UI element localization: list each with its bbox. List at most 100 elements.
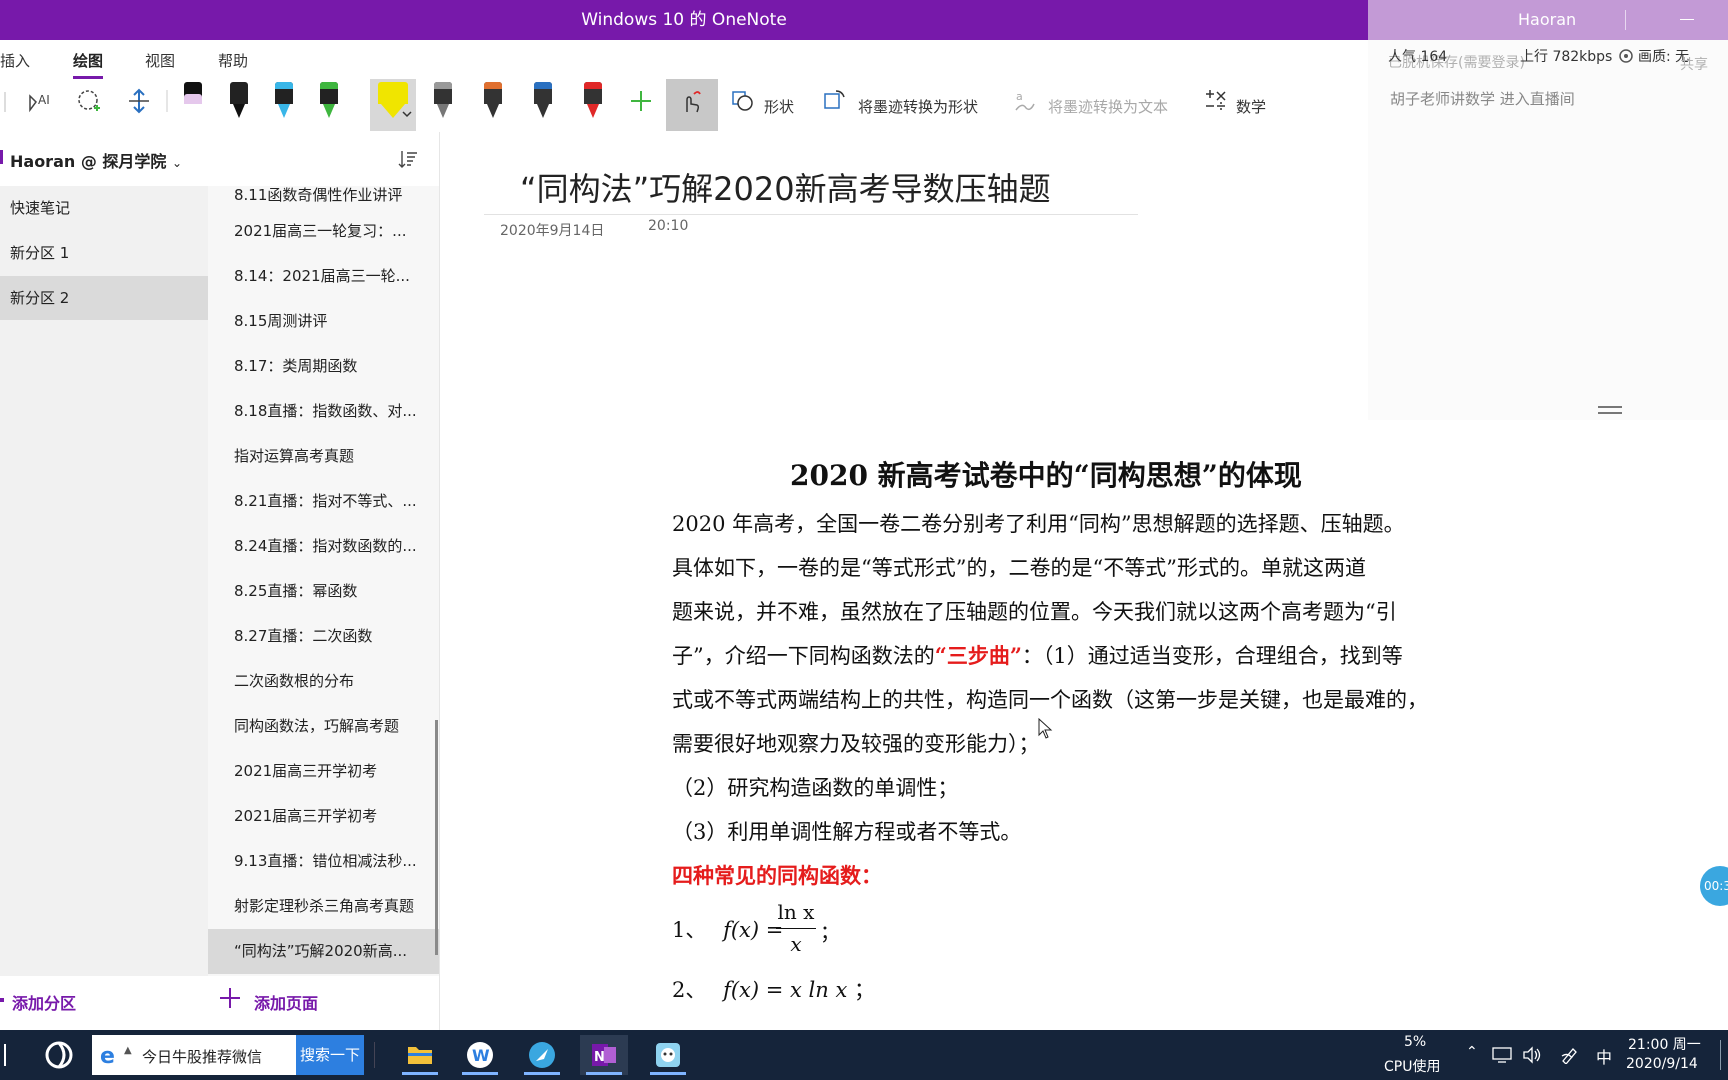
notebook-name-text[interactable]: Haoran @ 探月学院 <box>10 152 166 171</box>
page-item[interactable]: 2021届高三开学初考 <box>208 749 440 794</box>
page-item[interactable]: 8.21直播：指对不等式、... <box>208 479 440 524</box>
add-page-button[interactable]: 添加页面 <box>254 990 318 1014</box>
section-quick-notes[interactable]: 快速笔记 <box>0 186 208 230</box>
taskbar-search-text[interactable]: 今日牛股推荐微信 <box>142 1046 262 1067</box>
window-title: Windows 10 的 OneNote <box>581 10 787 30</box>
page-title[interactable]: “同构法”巧解2020新高考导数压轴题 <box>520 164 1051 210</box>
minimize-icon[interactable] <box>1680 10 1694 24</box>
page-item[interactable]: 2021届高三一轮复习：... <box>208 209 440 254</box>
live-timer-badge[interactable]: 00:3 <box>1700 866 1728 906</box>
pen-purple-highlighter[interactable] <box>174 80 210 126</box>
network-icon[interactable] <box>1492 1046 1512 1064</box>
volume-icon[interactable] <box>1522 1046 1542 1064</box>
pen-galaxy[interactable] <box>474 80 510 126</box>
paragraph-line: 子”，介绍一下同构函数法的“三步曲”：（1）通过适当变形，合理组合，找到等 <box>672 640 1403 670</box>
cpu-label: CPU使用 <box>1384 1059 1441 1075</box>
page-item[interactable]: 8.24直播：指对数函数的... <box>208 524 440 569</box>
tab-insert[interactable]: 插入 <box>0 50 30 71</box>
user-pane[interactable]: Haoran <box>1368 0 1728 40</box>
taskbar-search-button[interactable]: 搜索一下 <box>296 1035 364 1075</box>
pen-color-band <box>484 82 502 89</box>
type-select-icon[interactable]: AI <box>26 88 52 114</box>
dropdown-arrow-icon[interactable]: ▲ <box>124 1045 132 1056</box>
svg-text:W: W <box>472 1046 490 1065</box>
add-section-button[interactable]: 添加分区 <box>12 990 76 1014</box>
pen-gray-pencil[interactable] <box>424 80 460 126</box>
add-pen-icon[interactable] <box>628 88 654 114</box>
pen-red[interactable] <box>574 80 610 126</box>
page-item[interactable]: 同构函数法，巧解高考题 <box>208 704 440 749</box>
taskbar-anime-app[interactable] <box>644 1035 692 1075</box>
user-name[interactable]: Haoran <box>1518 0 1576 40</box>
ie-icon: e <box>100 1044 115 1067</box>
sort-icon[interactable] <box>398 149 418 169</box>
add-page-plus-icon[interactable] <box>220 988 240 1008</box>
pen-blue[interactable] <box>265 80 301 126</box>
pen-workspace-icon[interactable] <box>1560 1044 1580 1064</box>
paragraph-line: （3）利用单调性解方程或者不等式。 <box>672 820 1022 844</box>
tab-help[interactable]: 帮助 <box>218 50 248 71</box>
tab-draw[interactable]: 绘图 <box>73 50 104 79</box>
add-section-marker <box>0 998 4 1002</box>
taskbar-feather-app[interactable] <box>518 1035 566 1075</box>
fraction-denominator: x <box>790 932 802 956</box>
pages-scrollbar[interactable] <box>435 720 438 955</box>
math-icon[interactable] <box>1202 88 1228 114</box>
page-item[interactable]: 指对运算高考真题 <box>208 434 440 479</box>
tab-view[interactable]: 视图 <box>145 50 175 71</box>
taskbar-file-explorer[interactable] <box>396 1035 444 1075</box>
page-item[interactable]: 8.17：类周期函数 <box>208 344 440 389</box>
clock-time[interactable]: 21:00 周一 <box>1628 1034 1701 1054</box>
camera-icon[interactable] <box>1618 48 1634 64</box>
drag-handle[interactable] <box>1598 406 1622 414</box>
page-item[interactable]: 2021届高三开学初考 <box>208 794 440 839</box>
app-swirl-icon[interactable] <box>44 1040 74 1070</box>
shapes-label[interactable]: 形状 <box>764 96 794 117</box>
ime-indicator[interactable]: 中 <box>1596 1044 1612 1068</box>
page-item[interactable]: 8.27直播：二次函数 <box>208 614 440 659</box>
ghost-share: 共享 <box>1680 57 1708 73</box>
formula-lhs: f(x) = <box>723 918 784 942</box>
page-item[interactable]: 8.25直播：幂函数 <box>208 569 440 614</box>
clock-date[interactable]: 2020/9/14 <box>1626 1056 1698 1072</box>
live-channel-link[interactable]: 胡子老师讲数学 进入直播间 <box>1390 88 1575 109</box>
page-item[interactable]: 射影定理秒杀三角高考真题 <box>208 884 440 929</box>
ink-to-shape-icon[interactable] <box>822 88 848 114</box>
chevron-down-icon[interactable]: ⌄ <box>172 156 182 170</box>
panel-divider <box>439 132 440 1030</box>
insert-space-icon[interactable] <box>126 88 152 114</box>
page-item-selected[interactable]: “同构法”巧解2020新高... <box>208 929 440 974</box>
page-item[interactable]: 8.14：2021届高三一轮... <box>208 254 440 299</box>
formula-end: ； <box>853 978 875 1002</box>
shapes-icon[interactable] <box>730 88 756 114</box>
page-item[interactable]: 8.15周测讲评 <box>208 299 440 344</box>
math-label[interactable]: 数学 <box>1236 96 1266 117</box>
pen-black[interactable] <box>220 80 256 126</box>
ink-to-shape-label[interactable]: 将墨迹转换为形状 <box>858 96 978 117</box>
cpu-percent: 5% <box>1404 1034 1427 1050</box>
page-item[interactable]: 8.18直播：指数函数、对... <box>208 389 440 434</box>
start-edge-icon[interactable] <box>4 1044 8 1066</box>
pen-color-band <box>434 82 452 89</box>
taskbar-onenote[interactable]: N <box>580 1035 628 1075</box>
anime-app-icon <box>656 1043 680 1067</box>
taskbar-app-w[interactable]: W <box>456 1035 504 1075</box>
lasso-select-icon[interactable] <box>76 88 102 114</box>
show-desktop-button[interactable] <box>1720 1040 1721 1070</box>
chevron-up-icon[interactable]: ⌃ <box>1466 1044 1478 1060</box>
ribbon-tabs: 插入 绘图 视图 帮助 <box>0 40 1368 79</box>
pen-green[interactable] <box>310 80 346 126</box>
page-item[interactable]: 9.13直播：错位相减法秒... <box>208 839 440 884</box>
page-item[interactable]: 8.11函数奇偶性作业讲评 <box>208 186 440 204</box>
pen-yellow-highlighter[interactable] <box>374 80 412 126</box>
paragraph-line: 需要很好地观察力及较强的变形能力）； <box>672 732 1040 756</box>
folder-icon <box>408 1047 432 1064</box>
touch-draw-icon[interactable] <box>678 88 704 114</box>
pen-ocean[interactable] <box>524 80 560 126</box>
chevron-down-icon[interactable] <box>402 110 412 118</box>
page-item[interactable]: 二次函数根的分布 <box>208 659 440 704</box>
section-new-1[interactable]: 新分区 1 <box>0 231 208 275</box>
notebook-name[interactable]: Haoran @ 探月学院 ⌄ <box>10 148 182 172</box>
page-time: 20:10 <box>648 218 689 234</box>
section-new-2[interactable]: 新分区 2 <box>0 276 208 320</box>
